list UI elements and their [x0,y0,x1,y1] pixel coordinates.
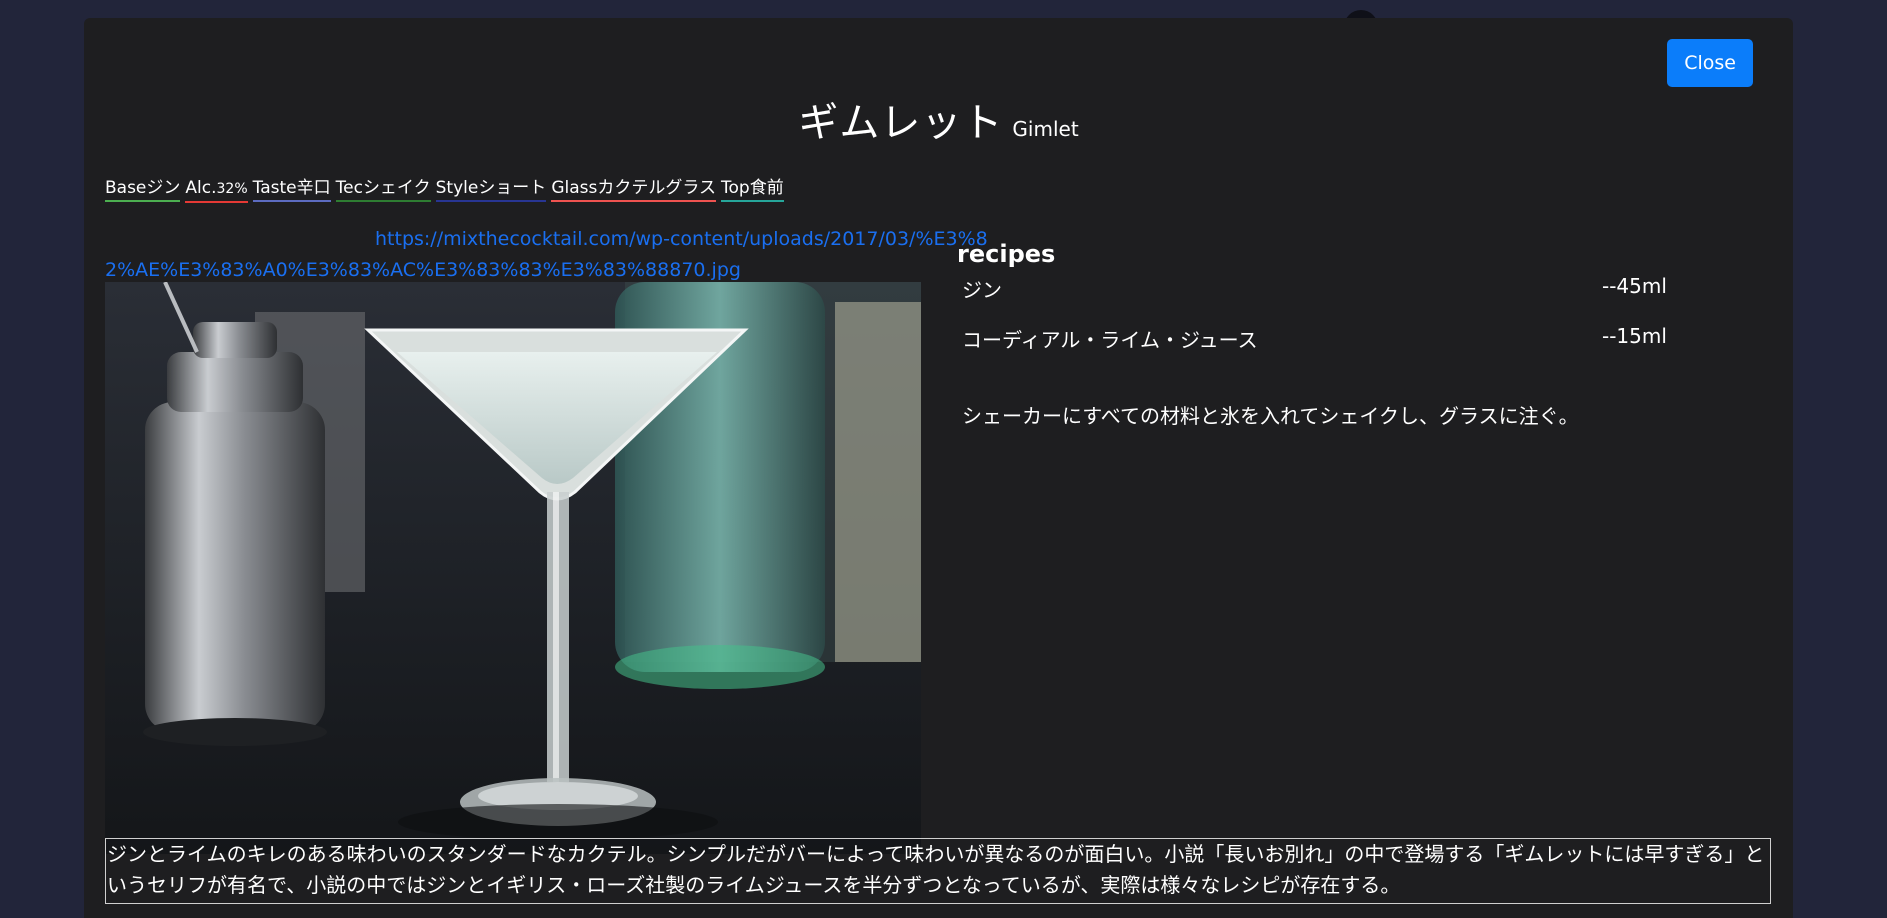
cocktail-detail-modal: Close ギムレット Gimlet Baseジン Alc.32% Taste辛口 T… [84,18,1793,918]
tag-alcohol[interactable]: Alc.32% [185,176,248,203]
tag-style[interactable]: Styleショート [435,176,547,202]
cocktail-photo [105,282,921,854]
tag-list: Baseジン Alc.32% Taste辛口 Tecシェイク Styleショート Glas… [105,176,789,203]
recipes-heading: recipes [957,240,1056,268]
image-url-link[interactable]: https://mixthecocktail.com/wp-content/up… [105,224,1005,286]
ingredient-row: コーディアル・ライム・ジュース --15ml [962,324,1667,354]
ingredient-name: ジン [962,278,1002,302]
ingredient-amount: --45ml [1602,274,1667,298]
tag-technique[interactable]: Tecシェイク [335,176,431,202]
ingredient-name: コーディアル・ライム・ジュース [962,328,1258,352]
tag-timing[interactable]: Top食前 [721,176,784,202]
tag-glass[interactable]: Glassカクテルグラス [551,176,717,202]
title-japanese: ギムレット [798,100,1004,146]
ingredient-amount: --15ml [1602,324,1667,348]
ingredient-row: ジン --45ml [962,274,1667,304]
method-text: シェーカーにすべての材料と氷を入れてシェイクし、グラスに注ぐ。 [962,404,1579,428]
description-text: ジンとライムのキレのある味わいのスタンダードなカクテル。シンプルだがバーによって… [105,838,1771,904]
tag-taste[interactable]: Taste辛口 [252,176,331,202]
close-button[interactable]: Close [1667,39,1753,87]
title-english: Gimlet [1012,117,1079,141]
cocktail-photo-illustration [105,282,921,854]
cocktail-title: ギムレット Gimlet [84,90,1793,148]
tag-base[interactable]: Baseジン [105,176,181,202]
